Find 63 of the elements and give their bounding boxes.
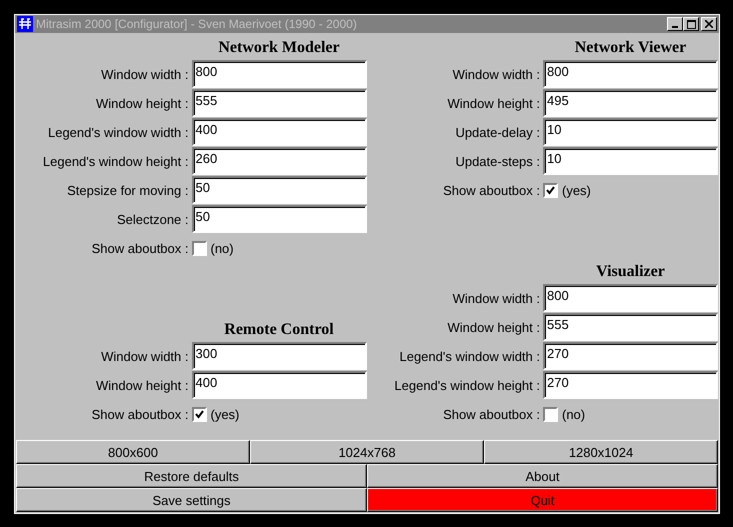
text-field[interactable]: 400 — [192, 371, 366, 399]
field-label: Show aboutbox : — [442, 406, 540, 422]
checkbox[interactable] — [192, 406, 206, 422]
resolution-button[interactable]: 1280x1024 — [484, 440, 718, 464]
text-field[interactable]: 50 — [192, 176, 366, 204]
check-icon — [546, 186, 555, 194]
field-label: Legend's window height : — [42, 154, 188, 168]
checkbox-state-text: (yes) — [562, 182, 591, 198]
text-field[interactable]: 495 — [543, 89, 718, 117]
field-label: Window height : — [446, 96, 540, 110]
text-field[interactable]: 800 — [543, 60, 718, 88]
quit-button[interactable]: Quit — [367, 488, 718, 512]
field-label: Window width : — [452, 66, 540, 82]
text-field[interactable]: 300 — [192, 342, 366, 370]
text-field[interactable]: 400 — [192, 118, 366, 146]
section-heading: Network Modeler — [217, 38, 341, 58]
field-label: Legend's window height : — [393, 378, 540, 392]
minimize-button[interactable] — [667, 17, 683, 31]
checkbox-state-text: (yes) — [210, 406, 240, 422]
text-field[interactable]: 800 — [543, 284, 718, 312]
field-label: Stepsize for moving : — [66, 182, 188, 198]
window-title: Mitrasim 2000 [Configurator] - Sven Maerivoet (1990 - 2000) — [36, 17, 358, 31]
field-label: Window height : — [446, 320, 540, 334]
text-field[interactable]: 260 — [192, 147, 366, 175]
field-label: Show aboutbox : — [442, 182, 540, 198]
close-icon — [705, 20, 713, 28]
field-label: Legend's window width : — [46, 124, 188, 140]
action-button[interactable]: Restore defaults — [16, 464, 367, 488]
field-label: Window width : — [100, 66, 188, 82]
field-label: Show aboutbox : — [90, 240, 188, 256]
section-heading: Network Viewer — [574, 38, 688, 58]
text-field[interactable]: 800 — [192, 60, 366, 88]
field-label: Selectzone : — [116, 212, 188, 226]
text-field[interactable]: 50 — [192, 205, 366, 233]
field-label: Update-delay : — [454, 124, 540, 140]
section-heading: Visualizer — [595, 262, 666, 282]
field-label: Legend's window width : — [398, 348, 540, 364]
checkbox[interactable] — [543, 406, 558, 422]
text-field[interactable]: 270 — [543, 342, 718, 370]
text-field[interactable]: 10 — [543, 147, 718, 175]
action-button[interactable]: Save settings — [16, 488, 367, 512]
field-label: Update-steps : — [454, 154, 540, 168]
resolution-button[interactable]: 800x600 — [16, 440, 250, 464]
checkbox-state-text: (no) — [562, 406, 586, 422]
text-field[interactable]: 270 — [543, 371, 718, 399]
field-label: Window width : — [100, 348, 188, 364]
field-label: Window height : — [95, 96, 188, 110]
checkbox[interactable] — [543, 182, 558, 198]
field-label: Window width : — [452, 290, 540, 306]
checkbox[interactable] — [192, 240, 206, 256]
maximize-button[interactable] — [683, 17, 699, 31]
text-field[interactable]: 555 — [192, 89, 366, 117]
checkbox-state-text: (no) — [210, 240, 234, 256]
resolution-button[interactable]: 1024x768 — [250, 440, 484, 464]
close-button[interactable] — [701, 17, 717, 31]
check-icon — [194, 410, 204, 418]
action-button[interactable]: About — [367, 464, 718, 488]
maximize-icon — [686, 20, 696, 28]
field-label: Window height : — [95, 378, 188, 392]
section-heading: Remote Control — [223, 320, 335, 340]
text-field[interactable]: 555 — [543, 313, 718, 341]
field-label: Show aboutbox : — [90, 406, 188, 422]
text-field[interactable]: 10 — [543, 118, 718, 146]
